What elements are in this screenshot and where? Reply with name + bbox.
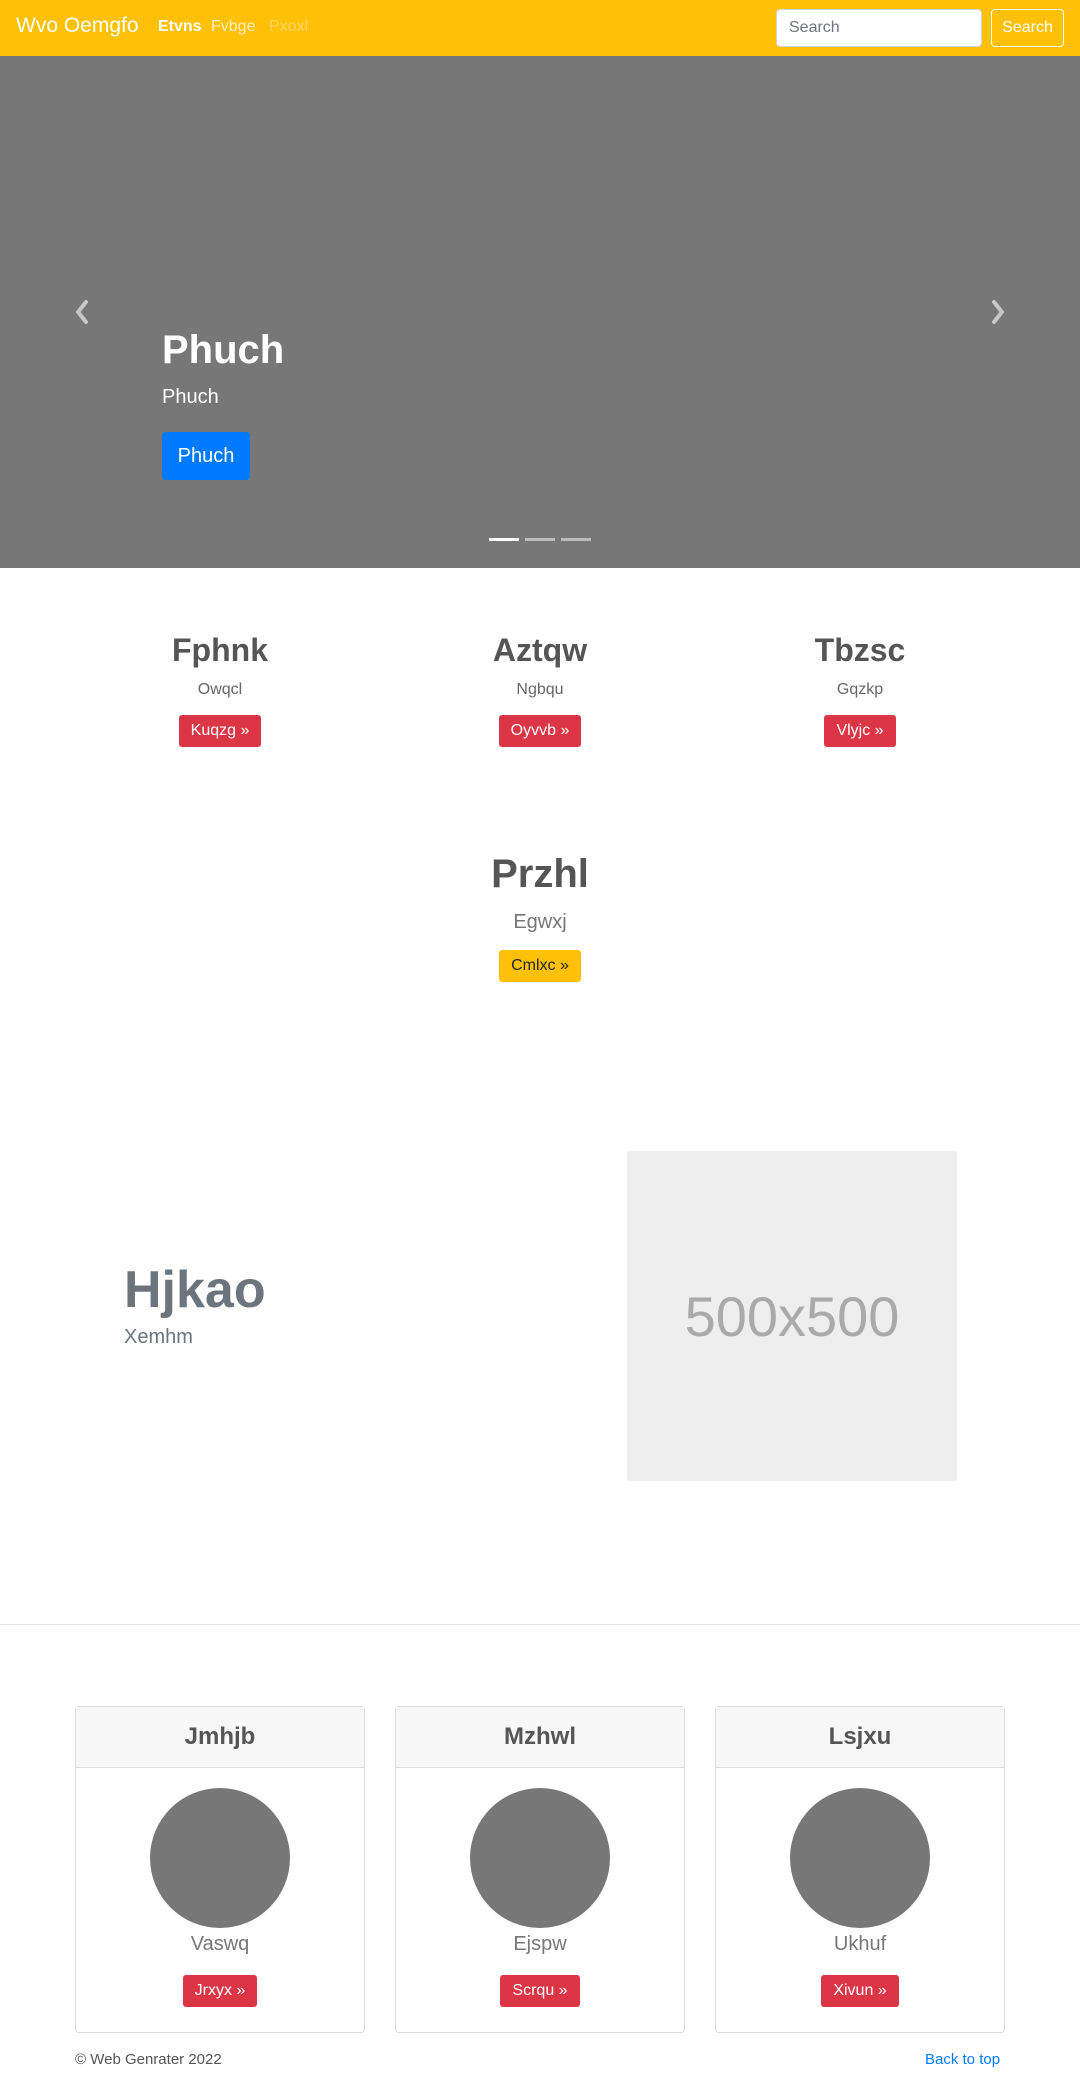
- card-button[interactable]: Scrqu »: [500, 1975, 580, 2007]
- featurette-subtitle: Xemhm: [124, 1326, 193, 1348]
- featurette-image-placeholder: 500x500: [627, 1151, 957, 1481]
- card-header: Mzhwl: [396, 1707, 684, 1768]
- carousel-indicator-3[interactable]: [561, 538, 591, 541]
- carousel-indicator-2[interactable]: [525, 538, 555, 541]
- carousel-prev-icon[interactable]: [72, 297, 92, 327]
- feature-title: Aztqw: [492, 632, 588, 668]
- feature-title: Fphnk: [172, 632, 268, 668]
- card-button[interactable]: Jrxyx »: [182, 1975, 258, 2007]
- carousel-next-icon[interactable]: [988, 297, 1008, 327]
- card-text: Ejspw: [513, 1933, 567, 1955]
- navbar-brand[interactable]: Wvo Oemgfo: [16, 14, 139, 38]
- nav-link-3[interactable]: Pxoxl: [269, 18, 308, 36]
- search-button[interactable]: Search: [991, 9, 1064, 47]
- card-2: Mzhwl Ejspw Scrqu »: [395, 1706, 685, 2033]
- highlight-text: Egwxj: [513, 911, 567, 933]
- nav-link-2[interactable]: Fvbge: [211, 18, 255, 36]
- search-input[interactable]: [776, 9, 982, 47]
- avatar: [150, 1788, 290, 1928]
- feature-button[interactable]: Oyvvb »: [498, 715, 582, 747]
- carousel-indicator-1[interactable]: [489, 538, 519, 541]
- featurette-title: Hjkao: [124, 1261, 266, 1319]
- card-header: Jmhjb: [76, 1707, 364, 1768]
- highlight-section: Przhl Egwxj Cmlxc »: [390, 852, 690, 982]
- carousel-button[interactable]: Phuch: [162, 432, 250, 480]
- feature-column-1: Fphnk Owqcl Kuqzg »: [70, 632, 370, 747]
- feature-title: Tbzsc: [814, 632, 906, 668]
- card-header: Lsjxu: [716, 1707, 1004, 1768]
- section-divider: [0, 1624, 1080, 1625]
- carousel: Phuch Phuch Phuch: [0, 56, 1080, 568]
- card-3: Lsjxu Ukhuf Xivun »: [715, 1706, 1005, 2033]
- feature-column-3: Tbzsc Gqzkp Vlyjc »: [710, 632, 1010, 747]
- card-1: Jmhjb Vaswq Jrxyx »: [75, 1706, 365, 2033]
- avatar: [470, 1788, 610, 1928]
- feature-column-2: Aztqw Ngbqu Oyvvb »: [390, 632, 690, 747]
- card-text: Ukhuf: [833, 1933, 887, 1955]
- feature-button[interactable]: Vlyjc »: [824, 715, 896, 747]
- avatar: [790, 1788, 930, 1928]
- feature-text: Owqcl: [197, 681, 243, 698]
- feature-button[interactable]: Kuqzg »: [178, 715, 262, 747]
- highlight-title: Przhl: [491, 852, 589, 896]
- back-to-top-link[interactable]: Back to top: [925, 2051, 1000, 2068]
- carousel-subtitle: Phuch: [162, 386, 219, 408]
- carousel-title: Phuch: [162, 328, 285, 372]
- highlight-button[interactable]: Cmlxc »: [499, 950, 581, 982]
- feature-text: Gqzkp: [836, 681, 884, 698]
- placeholder-label: 500x500: [684, 1284, 900, 1348]
- navbar: Wvo Oemgfo Etvns Fvbge Pxoxl Search: [0, 0, 1080, 56]
- card-button[interactable]: Xivun »: [821, 1975, 899, 2007]
- card-text: Vaswq: [190, 1933, 250, 1955]
- feature-text: Ngbqu: [516, 681, 564, 698]
- nav-link-1[interactable]: Etvns: [158, 18, 202, 36]
- footer-copyright: © Web Genrater 2022: [75, 2051, 222, 2068]
